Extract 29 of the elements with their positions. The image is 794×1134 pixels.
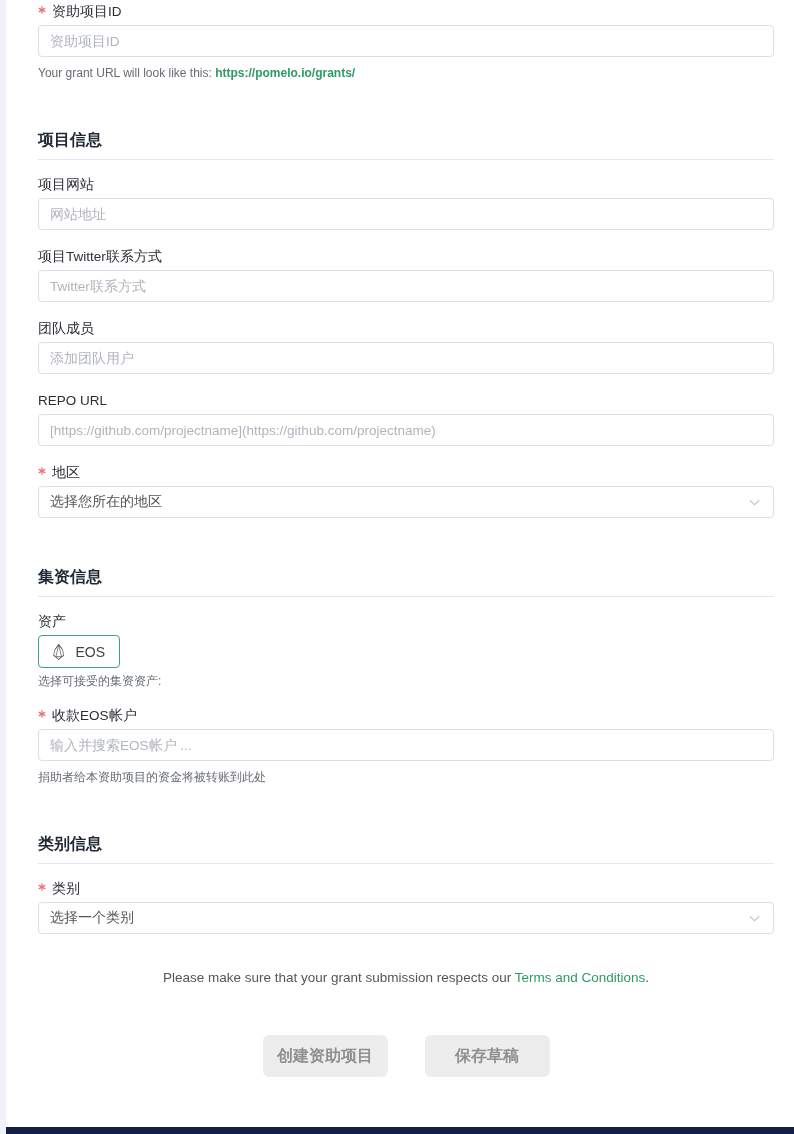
field-label: 团队成员 bbox=[38, 320, 94, 338]
field-hint: 捐助者给本资助项目的资金将被转账到此处 bbox=[38, 769, 267, 785]
field-label: 类别 bbox=[52, 880, 80, 898]
chevron-down-icon bbox=[749, 498, 760, 506]
terms-notice: Please make sure that your grant submission respects our Terms and Conditions. bbox=[162, 970, 650, 986]
section-heading: 集资信息 bbox=[38, 566, 774, 597]
dropdown-select[interactable]: 选择一个类别 bbox=[38, 902, 774, 934]
field-label: 资助项目ID bbox=[52, 3, 122, 21]
field-label: 项目Twitter联系方式 bbox=[38, 248, 162, 266]
asset-option[interactable]: EOS bbox=[38, 635, 120, 668]
text-input[interactable]: [https://github.com/projectname](https://github.com/projectname) bbox=[38, 414, 774, 446]
section-heading: 类别信息 bbox=[38, 833, 774, 864]
text-input[interactable]: 资助项目ID bbox=[38, 25, 774, 57]
dropdown-select[interactable]: 选择您所在的地区 bbox=[38, 486, 774, 518]
field-label: 收款EOS帐户 bbox=[52, 707, 137, 725]
gem-icon bbox=[53, 641, 65, 662]
field-label: REPO URL bbox=[38, 392, 108, 410]
field-label: 地区 bbox=[52, 464, 80, 482]
field-hint: 选择可接受的集资资产: bbox=[38, 673, 163, 689]
text-input[interactable]: 输入并搜索EOS帐户 ... bbox=[38, 729, 774, 761]
chevron-down-icon bbox=[749, 914, 760, 922]
field-hint: Your grant URL will look like this: https://pomelo.io/grants/ bbox=[38, 65, 357, 81]
field-label: 资产 bbox=[38, 613, 66, 631]
text-input[interactable]: Twitter联系方式 bbox=[38, 270, 774, 302]
section-heading: 项目信息 bbox=[38, 129, 774, 160]
text-input[interactable]: 添加团队用户 bbox=[38, 342, 774, 374]
grant-url-link[interactable]: https://pomelo.io/grants/ bbox=[215, 66, 356, 80]
field-label: 项目网站 bbox=[38, 176, 94, 194]
text-input[interactable]: 网站地址 bbox=[38, 198, 774, 230]
